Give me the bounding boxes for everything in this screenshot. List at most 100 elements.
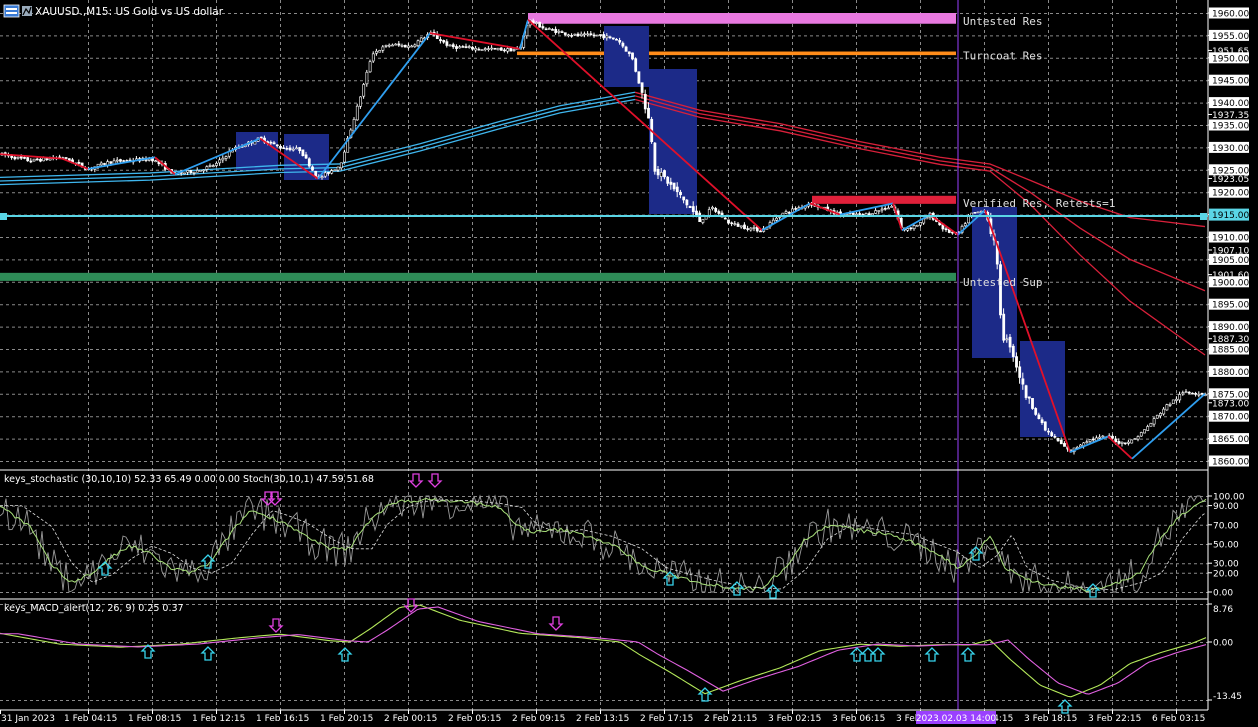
candle-body <box>592 34 596 37</box>
candle-body <box>618 40 622 43</box>
candle-body <box>717 211 721 214</box>
candle-body <box>29 160 33 163</box>
candle-body <box>944 228 948 231</box>
candle-body <box>1168 404 1172 406</box>
candle-body <box>547 28 551 30</box>
candle-body <box>919 222 922 226</box>
candle-body <box>1165 404 1169 411</box>
candle-body <box>595 34 599 37</box>
candle-body <box>439 39 442 42</box>
candle-body <box>890 206 894 208</box>
candle-body <box>909 227 913 230</box>
svg-text:2023.02.03 14:00: 2023.02.03 14:00 <box>916 714 997 724</box>
chart-canvas[interactable]: Untested Res Turncoat Res Verified Res, Re… <box>0 0 1258 727</box>
price-tick: 1915.00 <box>1208 208 1249 221</box>
candle-body <box>759 230 762 233</box>
zone-label: Verified Res, Retests=1 <box>963 197 1115 210</box>
candle-body <box>963 223 967 227</box>
candle-body <box>48 158 52 161</box>
candle-body <box>1120 441 1124 444</box>
candle-body <box>407 45 410 48</box>
svg-text:70.00: 70.00 <box>1213 521 1239 531</box>
candle-body <box>557 30 561 33</box>
candle-body <box>32 158 36 162</box>
candle-body <box>647 107 650 119</box>
candle-body <box>336 166 340 171</box>
candle-body <box>480 49 484 51</box>
candle-body <box>874 210 878 214</box>
candle-body <box>973 212 977 214</box>
candle-body <box>544 28 548 31</box>
svg-text:2 Feb 21:15: 2 Feb 21:15 <box>704 714 757 724</box>
candle-body <box>541 26 545 29</box>
candle-body <box>1130 439 1134 444</box>
candle-body <box>855 213 858 216</box>
candle-body <box>787 212 791 214</box>
svg-text:1885.00: 1885.00 <box>1212 346 1249 356</box>
candle-body <box>147 158 151 161</box>
candle-body <box>1181 392 1185 395</box>
svg-text:50.00: 50.00 <box>1213 541 1239 551</box>
candle-body <box>1037 414 1041 420</box>
candle-body <box>1005 338 1009 341</box>
candle-body <box>442 40 446 43</box>
candle-body <box>643 94 647 110</box>
candle-body <box>208 165 212 167</box>
stoch-level-tick: 30.00 <box>1208 560 1239 570</box>
svg-text:1923.05: 1923.05 <box>1212 175 1249 185</box>
candle-body <box>253 141 257 145</box>
candle-body <box>752 227 756 229</box>
candle-body <box>119 159 122 162</box>
candle-body <box>23 157 26 159</box>
candle-body <box>477 48 481 51</box>
candle-body <box>746 228 750 230</box>
svg-text:0.00: 0.00 <box>1213 589 1233 599</box>
candle-body <box>330 170 334 174</box>
svg-text:2 Feb 00:15: 2 Feb 00:15 <box>384 714 437 724</box>
candle-body <box>461 46 465 48</box>
candle-body <box>608 36 612 39</box>
candle-body <box>384 44 388 47</box>
candle-body <box>976 211 980 214</box>
candle-body <box>109 161 113 164</box>
candle-body <box>576 33 580 37</box>
svg-text:1915.00: 1915.00 <box>1212 211 1249 221</box>
svg-text:1 Feb 12:15: 1 Feb 12:15 <box>192 714 245 724</box>
candle-body <box>858 213 862 215</box>
candle-body <box>298 147 302 152</box>
candle-body <box>202 169 206 172</box>
candle-body <box>695 210 698 216</box>
candle-body <box>215 163 218 166</box>
candle-body <box>659 172 663 177</box>
candle-body <box>499 47 503 51</box>
price-tick: 1860.00 <box>1208 455 1249 468</box>
svg-text:2 Feb 13:15: 2 Feb 13:15 <box>576 714 629 724</box>
svg-text:20.00: 20.00 <box>1213 569 1239 579</box>
candle-body <box>151 158 154 162</box>
candle-body <box>103 163 106 165</box>
chart-icon-2 <box>22 6 32 16</box>
candle-body <box>64 157 68 159</box>
candle-body <box>455 46 458 49</box>
candle-body <box>381 46 385 51</box>
svg-text:1890.00: 1890.00 <box>1212 323 1249 333</box>
candle-body <box>275 144 279 147</box>
candle-body <box>887 207 890 210</box>
price-tick: 1880.00 <box>1208 365 1249 378</box>
candle-body <box>490 47 494 50</box>
candle-body <box>672 182 676 190</box>
candle-body <box>445 41 449 46</box>
candle-body <box>701 219 705 223</box>
candle-body <box>1011 345 1015 357</box>
svg-text:1873.00: 1873.00 <box>1212 399 1249 409</box>
candle-body <box>304 154 308 159</box>
order-block-box <box>604 26 649 87</box>
price-tick: 1955.00 <box>1208 29 1249 42</box>
chart-window-icon[interactable] <box>3 4 20 18</box>
candle-body <box>307 158 311 167</box>
price-tick: 1873.00 <box>1208 399 1249 409</box>
svg-text:3 Feb 02:15: 3 Feb 02:15 <box>768 714 821 724</box>
candle-body <box>333 169 337 172</box>
price-tick: 1900.00 <box>1208 276 1249 288</box>
svg-text:6 Feb 03:15: 6 Feb 03:15 <box>1152 714 1205 724</box>
